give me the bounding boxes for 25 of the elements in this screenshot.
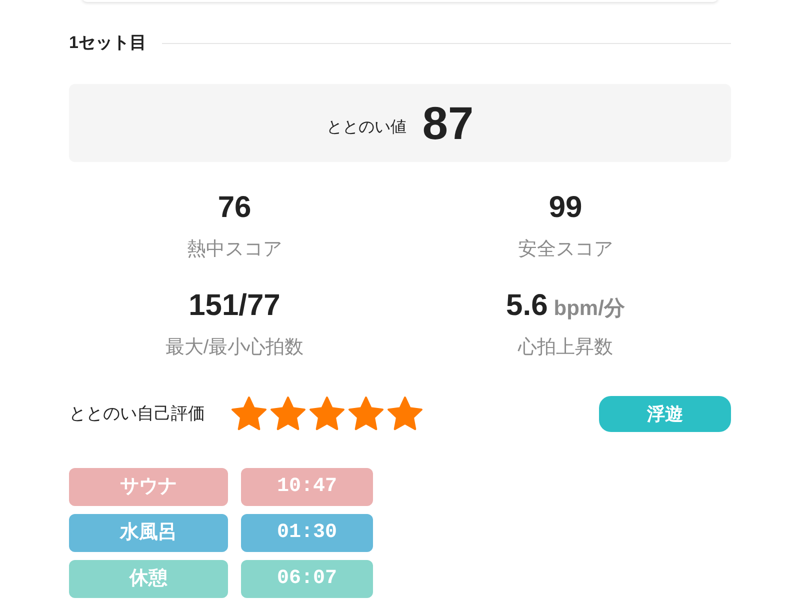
activity-badge: サウナ (69, 468, 228, 506)
stat-value: 5.6 (506, 288, 548, 324)
stat-label: 最大/最小心拍数 (165, 336, 304, 360)
star-icon (348, 396, 384, 432)
duration-badge: 06:07 (241, 560, 373, 598)
score-label: ととのい値 (326, 118, 406, 138)
stat-label: 熱中スコア (187, 238, 282, 262)
activity-badge: 水風呂 (69, 514, 228, 552)
mood-tag: 浮遊 (599, 396, 731, 432)
duration-badge: 10:47 (241, 468, 373, 506)
stat-label: 心拍上昇数 (518, 336, 613, 360)
stat-value: 76 (218, 190, 252, 226)
star-icon (231, 396, 267, 432)
stat-value: 151/77 (188, 288, 280, 324)
stat-value: 99 (548, 190, 582, 226)
stat-unit: bpm/分 (554, 296, 625, 322)
star-icon (309, 396, 345, 432)
score-value: 87 (422, 100, 474, 146)
stat-label: 安全スコア (518, 238, 613, 262)
rating-label: ととのい自己評価 (69, 403, 205, 426)
duration-badge: 01:30 (241, 514, 373, 552)
star-icon (270, 396, 306, 432)
activity-badge: 休憩 (69, 560, 228, 598)
set-title: 1セット目 (69, 32, 146, 54)
star-icon (387, 396, 423, 432)
